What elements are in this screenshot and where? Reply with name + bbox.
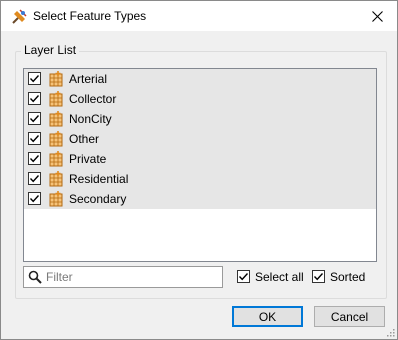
checkmark-icon — [238, 273, 249, 281]
list-item[interactable]: Private — [24, 149, 376, 169]
filter-field[interactable] — [23, 266, 223, 288]
checkmark-icon — [29, 155, 40, 163]
ok-button[interactable]: OK — [232, 306, 303, 327]
layer-list-legend: Layer List — [21, 43, 80, 57]
checkmark-icon — [29, 95, 40, 103]
list-item[interactable]: Collector — [24, 89, 376, 109]
feature-layer-icon — [49, 151, 63, 167]
fme-workbench-icon — [12, 9, 27, 24]
layer-listbox[interactable]: Arterial Collector NonCity Other Private Resi… — [23, 68, 377, 262]
layer-label: NonCity — [69, 112, 112, 126]
feature-layer-icon — [49, 131, 63, 147]
checkmark-icon — [29, 175, 40, 183]
layer-label: Private — [69, 152, 107, 166]
layer-label: Other — [69, 132, 100, 146]
cancel-button[interactable]: Cancel — [314, 306, 385, 327]
list-item[interactable]: Residential — [24, 169, 376, 189]
layer-label: Arterial — [69, 72, 108, 86]
filter-input[interactable] — [46, 268, 216, 286]
feature-layer-icon — [49, 191, 63, 207]
close-icon — [371, 10, 383, 22]
layer-checkbox[interactable] — [28, 112, 41, 125]
layer-checkbox[interactable] — [28, 132, 41, 145]
list-item[interactable]: NonCity — [24, 109, 376, 129]
feature-layer-icon — [49, 91, 63, 107]
layer-label: Secondary — [69, 192, 127, 206]
layer-checkbox[interactable] — [28, 152, 41, 165]
checkmark-icon — [29, 195, 40, 203]
list-item[interactable]: Arterial — [24, 69, 376, 89]
feature-layer-icon — [49, 71, 63, 87]
layer-label: Collector — [69, 92, 117, 106]
feature-layer-icon — [49, 111, 63, 127]
layer-checkbox[interactable] — [28, 192, 41, 205]
title-bar: Select Feature Types — [1, 1, 397, 31]
checkmark-icon — [313, 273, 324, 281]
layer-checkbox[interactable] — [28, 92, 41, 105]
select-feature-types-dialog: Select Feature Types Layer List Arterial… — [0, 0, 398, 340]
layer-label: Residential — [69, 172, 129, 186]
list-item[interactable]: Secondary — [24, 189, 376, 209]
select-all-label: Select all — [255, 270, 304, 284]
checkmark-icon — [29, 135, 40, 143]
search-icon — [28, 270, 42, 284]
checkmark-icon — [29, 115, 40, 123]
checkmark-icon — [29, 75, 40, 83]
sorted-check-box[interactable] — [312, 270, 325, 283]
sorted-label: Sorted — [330, 270, 366, 284]
layer-checkbox[interactable] — [28, 72, 41, 85]
resize-grip-icon[interactable] — [385, 327, 395, 337]
feature-layer-icon — [49, 171, 63, 187]
window-title: Select Feature Types — [33, 9, 147, 23]
list-item[interactable]: Other — [24, 129, 376, 149]
select-all-check-box[interactable] — [237, 270, 250, 283]
layer-checkbox[interactable] — [28, 172, 41, 185]
close-button[interactable] — [357, 1, 397, 31]
